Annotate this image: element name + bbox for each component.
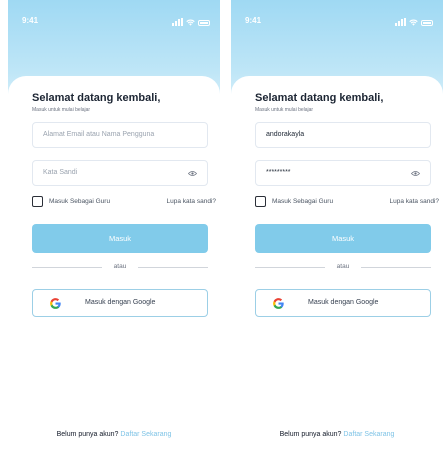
no-account-text: Belum punya akun? xyxy=(279,431,342,438)
page-title: Selamat datang kembali, xyxy=(32,92,161,104)
google-icon xyxy=(50,298,61,309)
google-login-button[interactable]: Masuk dengan Google xyxy=(32,289,208,317)
login-button[interactable]: Masuk xyxy=(255,224,431,253)
register-prompt: Belum punya akun? Daftar Sekarang xyxy=(231,431,443,438)
password-field[interactable]: ********* xyxy=(255,160,431,186)
password-field[interactable]: Kata Sandi xyxy=(32,160,208,186)
register-prompt: Belum punya akun? Daftar Sekarang xyxy=(8,431,220,438)
or-divider: atau xyxy=(255,262,431,272)
teacher-checkbox[interactable] xyxy=(32,196,43,207)
login-button[interactable]: Masuk xyxy=(32,224,208,253)
eye-icon[interactable] xyxy=(188,170,197,177)
eye-icon[interactable] xyxy=(411,170,420,177)
email-field[interactable]: andorakayla xyxy=(255,122,431,148)
email-field[interactable]: Alamat Email atau Nama Pengguna xyxy=(32,122,208,148)
login-screen-empty: 9:41 Selamat datang kembali, Masuk untuk… xyxy=(8,0,220,460)
divider-line-right xyxy=(361,267,431,268)
wifi-icon xyxy=(186,19,195,26)
google-login-button[interactable]: Masuk dengan Google xyxy=(255,289,431,317)
signal-icon xyxy=(395,18,406,26)
google-login-label: Masuk dengan Google xyxy=(308,299,379,306)
status-time: 9:41 xyxy=(22,16,39,25)
status-bar: 9:41 xyxy=(22,16,210,30)
battery-icon xyxy=(421,20,433,26)
or-divider: atau xyxy=(32,262,208,272)
google-login-label: Masuk dengan Google xyxy=(85,299,156,306)
page-title: Selamat datang kembali, xyxy=(255,92,384,104)
forgot-password-link[interactable]: Lupa kata sandi? xyxy=(389,198,439,205)
signal-icon xyxy=(172,18,183,26)
no-account-text: Belum punya akun? xyxy=(56,431,119,438)
wifi-icon xyxy=(409,19,418,26)
status-icons xyxy=(395,18,433,26)
register-link[interactable]: Daftar Sekarang xyxy=(343,431,394,438)
divider-line-right xyxy=(138,267,208,268)
page-subtitle: Masuk untuk mulai belajar xyxy=(32,107,91,113)
google-icon xyxy=(273,298,284,309)
teacher-checkbox-label[interactable]: Masuk Sebagai Guru xyxy=(272,198,333,205)
password-value: ********* xyxy=(266,169,291,176)
email-value: andorakayla xyxy=(266,131,305,138)
email-placeholder: Alamat Email atau Nama Pengguna xyxy=(43,131,155,138)
teacher-checkbox-label[interactable]: Masuk Sebagai Guru xyxy=(49,198,110,205)
login-screen-filled: 9:41 Selamat datang kembali, Masuk untuk… xyxy=(231,0,443,460)
status-bar: 9:41 xyxy=(245,16,433,30)
options-row: Masuk Sebagai Guru Lupa kata sandi? xyxy=(32,196,216,210)
register-link[interactable]: Daftar Sekarang xyxy=(120,431,171,438)
status-time: 9:41 xyxy=(245,16,262,25)
forgot-password-link[interactable]: Lupa kata sandi? xyxy=(166,198,216,205)
teacher-checkbox[interactable] xyxy=(255,196,266,207)
password-placeholder: Kata Sandi xyxy=(43,169,78,176)
status-icons xyxy=(172,18,210,26)
options-row: Masuk Sebagai Guru Lupa kata sandi? xyxy=(255,196,439,210)
page-subtitle: Masuk untuk mulai belajar xyxy=(255,107,314,113)
battery-icon xyxy=(198,20,210,26)
